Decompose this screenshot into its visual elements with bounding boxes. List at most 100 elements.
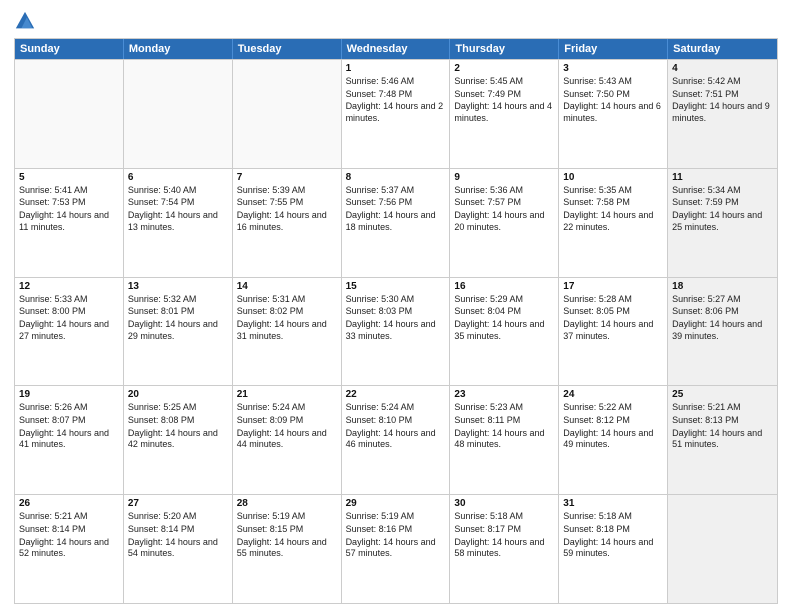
sunset-text: Sunset: 8:18 PM: [563, 524, 663, 536]
sunset-text: Sunset: 8:13 PM: [672, 415, 773, 427]
cal-cell-22: 22Sunrise: 5:24 AMSunset: 8:10 PMDayligh…: [342, 386, 451, 494]
sunrise-text: Sunrise: 5:21 AM: [672, 402, 773, 414]
sunset-text: Sunset: 8:00 PM: [19, 306, 119, 318]
day-number: 8: [346, 172, 446, 183]
sunrise-text: Sunrise: 5:28 AM: [563, 294, 663, 306]
sunrise-text: Sunrise: 5:37 AM: [346, 185, 446, 197]
cal-cell-1: 1Sunrise: 5:46 AMSunset: 7:48 PMDaylight…: [342, 60, 451, 168]
sunrise-text: Sunrise: 5:23 AM: [454, 402, 554, 414]
sunrise-text: Sunrise: 5:34 AM: [672, 185, 773, 197]
calendar-body: 1Sunrise: 5:46 AMSunset: 7:48 PMDaylight…: [15, 59, 777, 603]
sunrise-text: Sunrise: 5:22 AM: [563, 402, 663, 414]
day-number: 4: [672, 63, 773, 74]
sunset-text: Sunset: 7:48 PM: [346, 89, 446, 101]
sunrise-text: Sunrise: 5:43 AM: [563, 76, 663, 88]
day-number: 1: [346, 63, 446, 74]
day-number: 29: [346, 498, 446, 509]
sunset-text: Sunset: 7:57 PM: [454, 197, 554, 209]
cal-cell-26: 26Sunrise: 5:21 AMSunset: 8:14 PMDayligh…: [15, 495, 124, 603]
sunset-text: Sunset: 7:54 PM: [128, 197, 228, 209]
daylight-text: Daylight: 14 hours and 27 minutes.: [19, 319, 119, 342]
cal-cell-3: 3 Sunrise: 5:43 AMSunset: 7:50 PMDaylight…: [559, 60, 668, 168]
daylight-text: Daylight: 14 hours and 42 minutes.: [128, 428, 228, 451]
day-number: 18: [672, 281, 773, 292]
sunrise-text: Sunrise: 5:18 AM: [563, 511, 663, 523]
daylight-text: Daylight: 14 hours and 9 minutes.: [672, 101, 773, 124]
sunset-text: Sunset: 7:59 PM: [672, 197, 773, 209]
day-number: 11: [672, 172, 773, 183]
cal-header-sunday: Sunday: [15, 39, 124, 59]
daylight-text: Daylight: 14 hours and 52 minutes.: [19, 537, 119, 560]
daylight-text: Daylight: 14 hours and 41 minutes.: [19, 428, 119, 451]
cal-cell-7: 7Sunrise: 5:39 AMSunset: 7:55 PMDaylight…: [233, 169, 342, 277]
cal-cell-5: 5Sunrise: 5:41 AMSunset: 7:53 PMDaylight…: [15, 169, 124, 277]
cal-cell-11: 11Sunrise: 5:34 AMSunset: 7:59 PMDayligh…: [668, 169, 777, 277]
daylight-text: Daylight: 14 hours and 37 minutes.: [563, 319, 663, 342]
sunset-text: Sunset: 7:56 PM: [346, 197, 446, 209]
sunset-text: Sunset: 7:50 PM: [563, 89, 663, 101]
cal-week-4: 19Sunrise: 5:26 AMSunset: 8:07 PMDayligh…: [15, 385, 777, 494]
sunset-text: Sunset: 7:58 PM: [563, 197, 663, 209]
sunrise-text: Sunrise: 5:29 AM: [454, 294, 554, 306]
sunrise-text: Sunrise: 5:18 AM: [454, 511, 554, 523]
cal-cell-27: 27Sunrise: 5:20 AMSunset: 8:14 PMDayligh…: [124, 495, 233, 603]
cal-cell-13: 13Sunrise: 5:32 AMSunset: 8:01 PMDayligh…: [124, 278, 233, 386]
header: [14, 10, 778, 32]
cal-cell-empty-0: [15, 60, 124, 168]
cal-cell-8: 8Sunrise: 5:37 AMSunset: 7:56 PMDaylight…: [342, 169, 451, 277]
daylight-text: Daylight: 14 hours and 44 minutes.: [237, 428, 337, 451]
sunset-text: Sunset: 8:02 PM: [237, 306, 337, 318]
cal-cell-28: 28Sunrise: 5:19 AMSunset: 8:15 PMDayligh…: [233, 495, 342, 603]
day-number: 19: [19, 389, 119, 400]
daylight-text: Daylight: 14 hours and 29 minutes.: [128, 319, 228, 342]
day-number: 2: [454, 63, 554, 74]
calendar-header-row: SundayMondayTuesdayWednesdayThursdayFrid…: [15, 39, 777, 59]
logo: [14, 10, 40, 32]
cal-cell-25: 25Sunrise: 5:21 AMSunset: 8:13 PMDayligh…: [668, 386, 777, 494]
day-number: 9: [454, 172, 554, 183]
daylight-text: Daylight: 14 hours and 58 minutes.: [454, 537, 554, 560]
daylight-text: Daylight: 14 hours and 6 minutes.: [563, 101, 663, 124]
sunrise-text: Sunrise: 5:35 AM: [563, 185, 663, 197]
sunrise-text: Sunrise: 5:33 AM: [19, 294, 119, 306]
cal-week-2: 5Sunrise: 5:41 AMSunset: 7:53 PMDaylight…: [15, 168, 777, 277]
sunset-text: Sunset: 7:51 PM: [672, 89, 773, 101]
daylight-text: Daylight: 14 hours and 54 minutes.: [128, 537, 228, 560]
sunrise-text: Sunrise: 5:31 AM: [237, 294, 337, 306]
sunrise-text: Sunrise: 5:40 AM: [128, 185, 228, 197]
sunset-text: Sunset: 8:04 PM: [454, 306, 554, 318]
sunrise-text: Sunrise: 5:26 AM: [19, 402, 119, 414]
daylight-text: Daylight: 14 hours and 2 minutes.: [346, 101, 446, 124]
cal-header-wednesday: Wednesday: [342, 39, 451, 59]
cal-header-friday: Friday: [559, 39, 668, 59]
day-number: 21: [237, 389, 337, 400]
daylight-text: Daylight: 14 hours and 33 minutes.: [346, 319, 446, 342]
cal-cell-15: 15Sunrise: 5:30 AMSunset: 8:03 PMDayligh…: [342, 278, 451, 386]
day-number: 25: [672, 389, 773, 400]
day-number: 12: [19, 281, 119, 292]
cal-cell-empty-2: [233, 60, 342, 168]
sunrise-text: Sunrise: 5:39 AM: [237, 185, 337, 197]
day-number: 20: [128, 389, 228, 400]
sunrise-text: Sunrise: 5:19 AM: [346, 511, 446, 523]
day-number: 5: [19, 172, 119, 183]
sunset-text: Sunset: 8:07 PM: [19, 415, 119, 427]
day-number: 3: [563, 63, 663, 74]
cal-cell-18: 18Sunrise: 5:27 AMSunset: 8:06 PMDayligh…: [668, 278, 777, 386]
daylight-text: Daylight: 14 hours and 16 minutes.: [237, 210, 337, 233]
cal-cell-21: 21 Sunrise: 5:24 AMSunset: 8:09 PMDayligh…: [233, 386, 342, 494]
sunset-text: Sunset: 8:09 PM: [237, 415, 337, 427]
day-number: 28: [237, 498, 337, 509]
daylight-text: Daylight: 14 hours and 13 minutes.: [128, 210, 228, 233]
sunset-text: Sunset: 8:14 PM: [128, 524, 228, 536]
daylight-text: Daylight: 14 hours and 59 minutes.: [563, 537, 663, 560]
daylight-text: Daylight: 14 hours and 48 minutes.: [454, 428, 554, 451]
sunrise-text: Sunrise: 5:36 AM: [454, 185, 554, 197]
cal-cell-4: 4Sunrise: 5:42 AMSunset: 7:51 PMDaylight…: [668, 60, 777, 168]
day-number: 23: [454, 389, 554, 400]
sunrise-text: Sunrise: 5:24 AM: [237, 402, 337, 414]
cal-cell-31: 31Sunrise: 5:18 AMSunset: 8:18 PMDayligh…: [559, 495, 668, 603]
sunrise-text: Sunrise: 5:20 AM: [128, 511, 228, 523]
sunset-text: Sunset: 7:53 PM: [19, 197, 119, 209]
cal-header-tuesday: Tuesday: [233, 39, 342, 59]
